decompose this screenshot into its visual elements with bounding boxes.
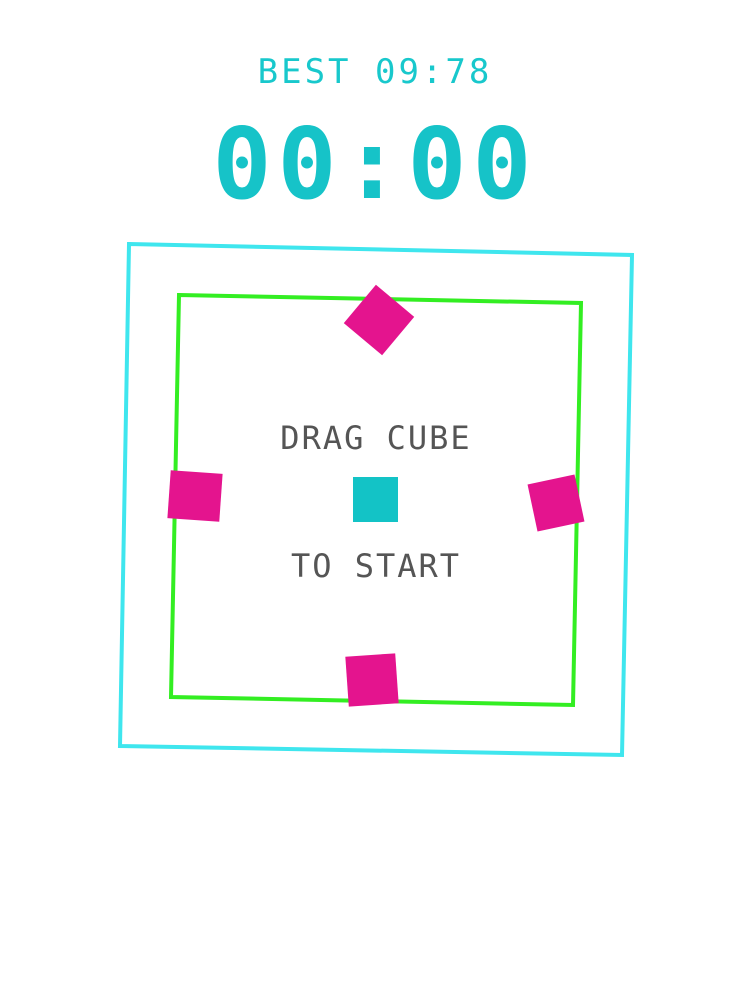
enemy-block-left bbox=[167, 470, 223, 522]
enemy-block-top bbox=[343, 284, 415, 356]
game-board: DRAG CUBE TO START bbox=[117, 241, 635, 758]
prompt-line-2: TO START bbox=[291, 547, 461, 585]
enemy-block-right bbox=[527, 474, 585, 532]
player-cube[interactable] bbox=[353, 477, 398, 522]
enemy-block-bottom bbox=[345, 653, 399, 707]
prompt-line-1: DRAG CUBE bbox=[280, 419, 471, 457]
